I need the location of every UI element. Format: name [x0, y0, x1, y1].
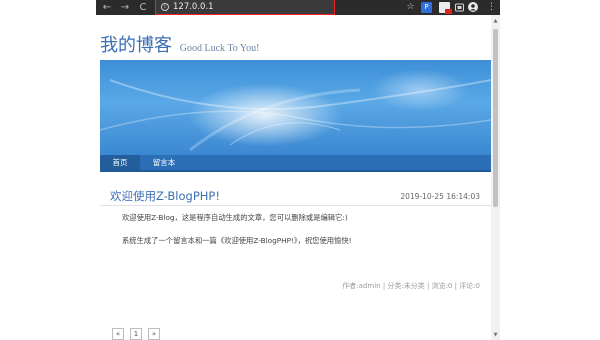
scroll-up-arrow-icon[interactable]: ▲ — [491, 18, 500, 24]
address-bar[interactable]: i 127.0.0.1 — [155, 0, 335, 15]
pagination-last-button[interactable]: » — [148, 328, 160, 340]
url-text[interactable]: 127.0.0.1 — [173, 1, 214, 13]
site-title[interactable]: 我的博客 Good Luck To You! — [100, 33, 259, 62]
reload-icon[interactable]: C — [137, 1, 149, 14]
scroll-down-arrow-icon[interactable]: ▼ — [491, 332, 500, 338]
post-paragraph: 欢迎使用Z-Blog，这是程序自动生成的文章，您可以删除或是编辑它:) — [122, 213, 348, 222]
menu-dots-icon[interactable]: ⋮ — [486, 2, 497, 13]
post-date: 2019-10-25 16:14:03 — [400, 192, 480, 201]
extension-icon[interactable] — [439, 2, 452, 14]
account-icon[interactable] — [468, 2, 478, 12]
scroll-thumb[interactable] — [493, 29, 498, 207]
site-title-text[interactable]: 我的博客 — [100, 35, 172, 56]
site-subtitle: Good Luck To You! — [179, 43, 260, 54]
banner-light-streaks — [100, 79, 491, 152]
bookmark-star-icon[interactable]: ☆ — [405, 2, 416, 13]
post-meta[interactable]: 作者:admin | 分类:未分类 | 浏览:0 | 评论:0 — [342, 281, 480, 291]
header-banner — [100, 60, 491, 155]
extension-puzzle-icon[interactable] — [454, 2, 465, 13]
back-arrow-icon[interactable]: ← — [101, 1, 113, 14]
pagination-page-button[interactable]: 1 — [130, 328, 142, 340]
post-title[interactable]: 欢迎使用Z-BlogPHP! — [110, 188, 220, 204]
pagination-first-button[interactable]: « — [112, 328, 124, 340]
page-scrollbar[interactable]: ▲ ▼ — [491, 15, 500, 340]
nav-item-guestbook[interactable]: 留言本 — [144, 155, 184, 170]
main-nav: 首页 留言本 — [100, 155, 491, 172]
post-divider — [100, 205, 491, 206]
extension-p-icon[interactable]: P — [421, 2, 432, 13]
forward-arrow-icon[interactable]: → — [119, 1, 131, 14]
nav-item-home[interactable]: 首页 — [100, 155, 140, 170]
post-paragraph: 系统生成了一个留言本和一篇《欢迎使用Z-BlogPHP!》，祝您使用愉快! — [122, 236, 352, 245]
browser-toolbar: ← → C i 127.0.0.1 ☆ P ⋮ — [96, 0, 500, 15]
info-icon[interactable]: i — [161, 3, 169, 11]
